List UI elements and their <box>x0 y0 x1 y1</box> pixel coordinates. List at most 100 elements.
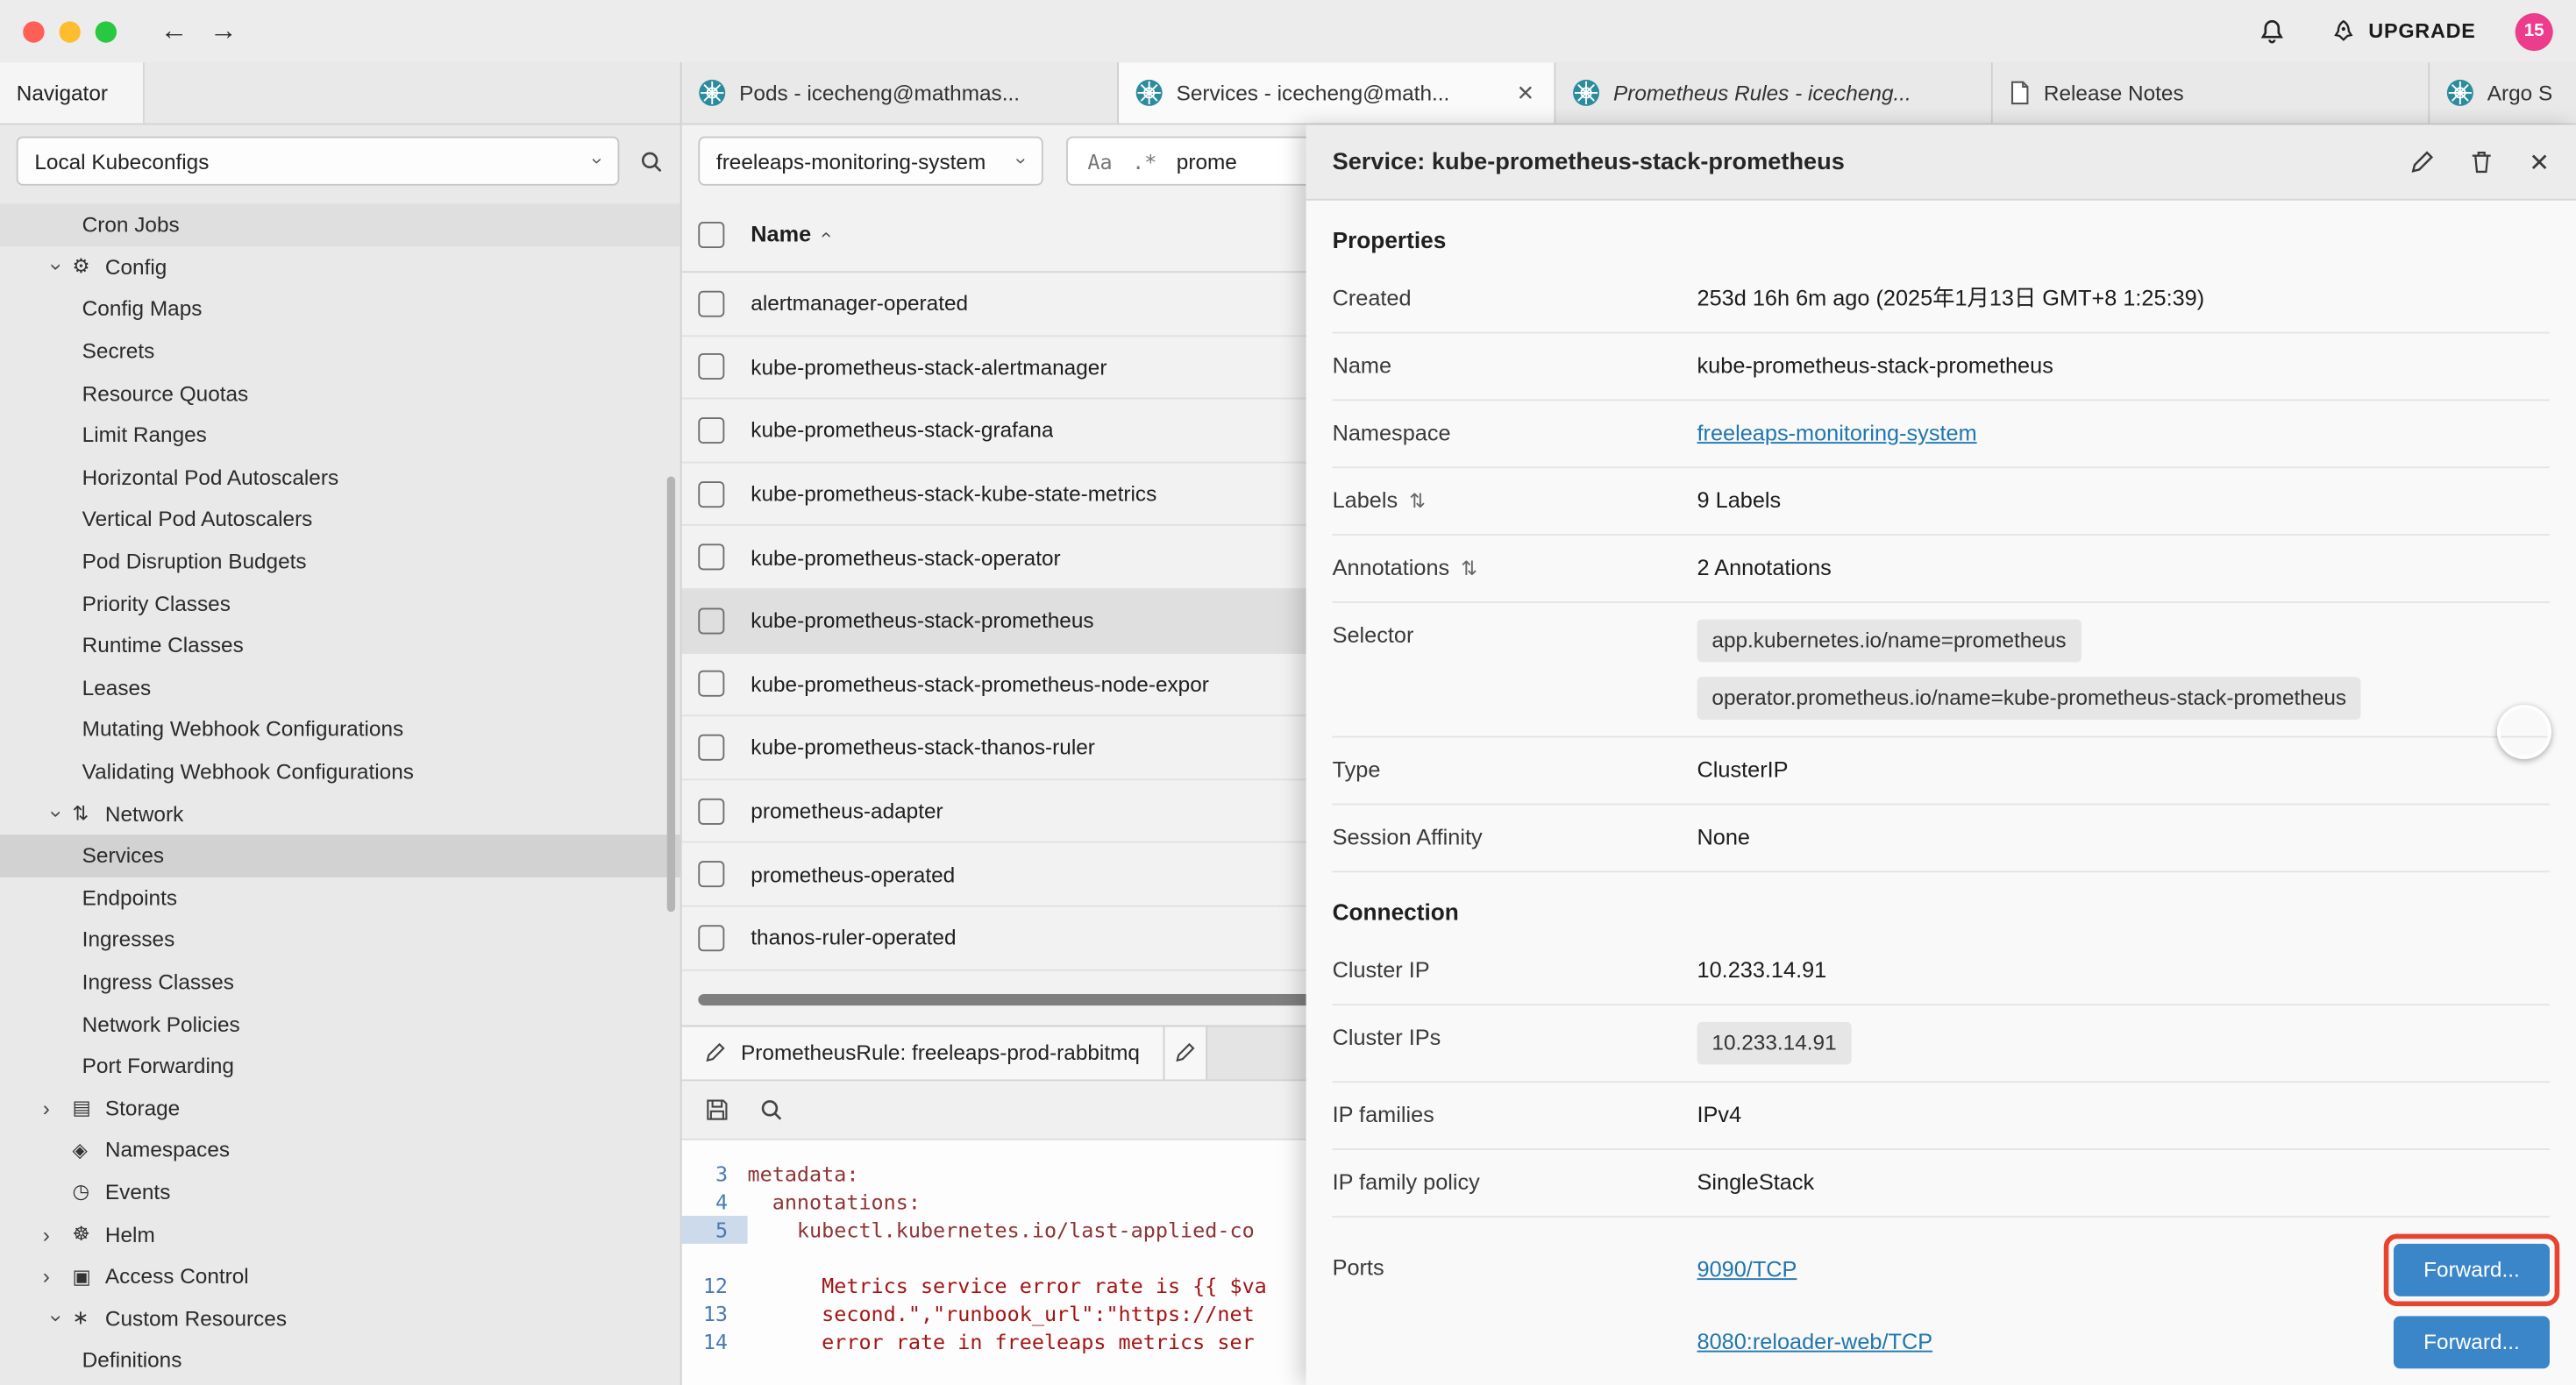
chevron-right-icon[interactable]: › <box>43 1096 73 1120</box>
sidebar-item-config-maps[interactable]: Config Maps <box>0 288 680 330</box>
close-window-button[interactable] <box>23 20 44 41</box>
button-slot: Forward... <box>2384 1306 2559 1378</box>
details-drawer: Service: kube-prometheus-stack-prometheu… <box>1306 124 2576 1385</box>
search-icon[interactable] <box>759 1097 784 1121</box>
row-checkbox[interactable] <box>698 544 724 571</box>
name-value: kube-prometheus-stack-prometheus <box>1697 350 2550 382</box>
sidebar-scrollbar[interactable] <box>667 477 675 913</box>
sidebar-item-config[interactable]: ›⚙Config <box>0 245 680 288</box>
notifications-bell-icon[interactable] <box>2259 18 2285 45</box>
edit-icon[interactable] <box>2411 150 2436 174</box>
sidebar-item-storage[interactable]: ›▤Storage <box>0 1087 680 1129</box>
dock-tab-prometheusrule[interactable]: PrometheusRule: freeleaps-prod-rabbitmq <box>682 1026 1164 1079</box>
config-icon: ⚙ <box>72 255 104 278</box>
tab-services[interactable]: Services - icecheng@math... ✕ <box>1119 62 1555 123</box>
row-checkbox[interactable] <box>698 354 724 380</box>
upgrade-button[interactable]: UPGRADE <box>2330 19 2475 44</box>
maximize-window-button[interactable] <box>96 20 117 41</box>
regex-toggle[interactable]: .* <box>1132 149 1156 174</box>
port-forward-button[interactable]: Forward... <box>2394 1244 2550 1296</box>
chevron-down-icon[interactable]: › <box>46 799 70 828</box>
annotations-value: 2 Annotations <box>1697 552 2550 585</box>
sidebar-item-cron-jobs[interactable]: Cron Jobs <box>0 203 680 245</box>
cluster-ips-row: Cluster IPs 10.233.14.91 <box>1333 1005 2550 1083</box>
chevron-right-icon[interactable]: › <box>43 1264 73 1289</box>
sidebar-item-mutating-webhook-configurations[interactable]: Mutating Webhook Configurations <box>0 708 680 750</box>
row-checkbox[interactable] <box>698 925 724 951</box>
sidebar-item-resource-quotas[interactable]: Resource Quotas <box>0 372 680 414</box>
sidebar-item-runtime-classes[interactable]: Runtime Classes <box>0 624 680 666</box>
search-icon[interactable] <box>639 149 664 174</box>
select-all-checkbox[interactable] <box>698 221 724 247</box>
port-forward-button[interactable]: Forward... <box>2394 1316 2550 1368</box>
dock-tab-partial[interactable] <box>1164 1026 1207 1079</box>
port-link[interactable]: 9090/TCP <box>1697 1254 1797 1286</box>
sidebar-item-vertical-pod-autoscalers[interactable]: Vertical Pod Autoscalers <box>0 498 680 540</box>
namespace-selector[interactable]: freeleaps-monitoring-system › <box>698 137 1042 186</box>
sidebar-item-network[interactable]: ›⇅Network <box>0 792 680 835</box>
connection-section-title: Connection <box>1333 898 2550 931</box>
expand-toggle-icon[interactable]: ⇅ <box>1409 485 1426 517</box>
minimize-window-button[interactable] <box>59 20 80 41</box>
port-link[interactable]: 8080:reloader-web/TCP <box>1697 1326 1933 1359</box>
sidebar-item-endpoints[interactable]: Endpoints <box>0 877 680 919</box>
row-checkbox[interactable] <box>698 417 724 444</box>
row-checkbox[interactable] <box>698 861 724 887</box>
service-name: thanos-ruler-operated <box>751 926 956 950</box>
sidebar-item-leases[interactable]: Leases <box>0 666 680 708</box>
notification-count-badge[interactable]: 15 <box>2516 12 2553 50</box>
sidebar-item-ingresses[interactable]: Ingresses <box>0 919 680 961</box>
session-affinity-value: None <box>1697 821 2550 854</box>
row-checkbox[interactable] <box>698 480 724 507</box>
network-icon: ⇅ <box>72 802 104 825</box>
tab-prometheus-rules[interactable]: Prometheus Rules - icecheng... <box>1555 62 1992 123</box>
sidebar-item-secrets[interactable]: Secrets <box>0 330 680 372</box>
tab-argo[interactable]: Argo S <box>2430 62 2576 123</box>
sidebar-item-validating-webhook-configurations[interactable]: Validating Webhook Configurations <box>0 750 680 792</box>
name-column-header[interactable]: Name › <box>751 222 827 246</box>
sidebar-item-events[interactable]: ◷Events <box>0 1171 680 1213</box>
chevron-down-icon[interactable]: › <box>46 252 70 282</box>
session-affinity-label: Session Affinity <box>1333 821 1697 854</box>
row-checkbox[interactable] <box>698 735 724 761</box>
delete-icon[interactable] <box>2472 150 2493 174</box>
forward-button[interactable]: → <box>199 15 248 47</box>
save-icon[interactable] <box>705 1097 729 1121</box>
service-name: alertmanager-operated <box>751 291 968 316</box>
sidebar-item-priority-classes[interactable]: Priority Classes <box>0 582 680 624</box>
expand-toggle-icon[interactable]: ⇅ <box>1461 552 1477 585</box>
close-icon[interactable]: ✕ <box>2529 147 2550 177</box>
row-checkbox[interactable] <box>698 798 724 824</box>
sidebar-item-limit-ranges[interactable]: Limit Ranges <box>0 414 680 456</box>
sidebar-item-network-policies[interactable]: Network Policies <box>0 1003 680 1045</box>
match-case-toggle[interactable]: Aa <box>1087 149 1112 174</box>
sidebar-item-horizontal-pod-autoscalers[interactable]: Horizontal Pod Autoscalers <box>0 456 680 498</box>
sidebar-item-ingress-classes[interactable]: Ingress Classes <box>0 961 680 1003</box>
sidebar-item-definitions[interactable]: Definitions <box>0 1339 680 1381</box>
sidebar-item-services[interactable]: Services <box>0 835 680 877</box>
tab-navigator[interactable]: Navigator <box>0 62 145 123</box>
sidebar-item-helm[interactable]: ›☸Helm <box>0 1213 680 1255</box>
sidebar-item-pod-disruption-budgets[interactable]: Pod Disruption Budgets <box>0 540 680 582</box>
line-number: 4 <box>682 1187 748 1215</box>
sidebar-item-custom-resources[interactable]: ›∗Custom Resources <box>0 1297 680 1339</box>
row-checkbox[interactable] <box>698 290 724 316</box>
chevron-right-icon[interactable]: › <box>43 1222 73 1246</box>
sidebar-item-port-forwarding[interactable]: Port Forwarding <box>0 1045 680 1087</box>
kubeconfig-selector[interactable]: Local Kubeconfigs › <box>17 137 620 186</box>
back-button[interactable]: ← <box>150 15 199 47</box>
close-tab-icon[interactable]: ✕ <box>1513 80 1538 106</box>
tab-pods[interactable]: Pods - icecheng@mathmas... <box>682 62 1119 123</box>
sidebar-item-namespaces[interactable]: ◈Namespaces <box>0 1129 680 1171</box>
sidebar-item-label: Priority Classes <box>82 591 231 615</box>
row-checkbox[interactable] <box>698 671 724 697</box>
sidebar-item-label: Validating Webhook Configurations <box>82 759 414 784</box>
namespace-link[interactable]: freeleaps-monitoring-system <box>1697 421 1977 445</box>
selector-badge: app.kubernetes.io/name=prometheus <box>1697 620 2081 663</box>
user-avatar[interactable] <box>2497 705 2551 759</box>
cluster-ip-label: Cluster IP <box>1333 955 1697 987</box>
row-checkbox[interactable] <box>698 607 724 634</box>
sidebar-item-access-control[interactable]: ›▣Access Control <box>0 1255 680 1297</box>
chevron-down-icon[interactable]: › <box>46 1303 70 1333</box>
tab-release-notes[interactable]: Release Notes <box>1993 62 2430 123</box>
